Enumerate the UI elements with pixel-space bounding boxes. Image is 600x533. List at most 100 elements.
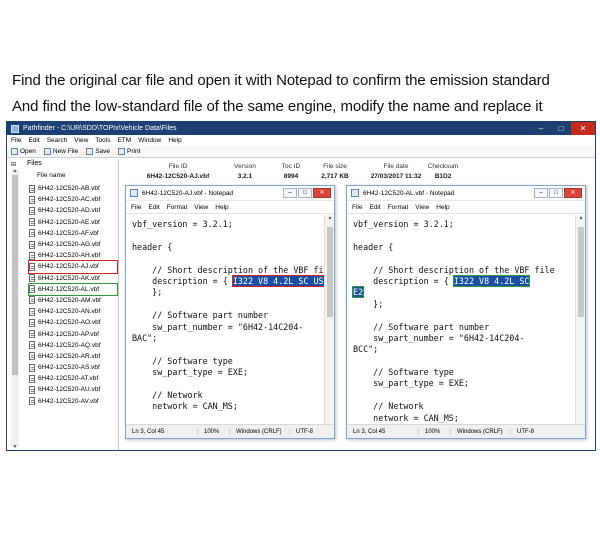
minimize-button[interactable]: –: [534, 188, 548, 198]
close-button[interactable]: ✕: [313, 188, 331, 198]
pathfinder-toolbar: Open New File Save Print: [7, 146, 595, 158]
menu-format[interactable]: Format: [167, 204, 188, 211]
file-row[interactable]: 6H42-12C520-AB.vbf: [29, 183, 117, 194]
close-button[interactable]: ✕: [571, 122, 595, 135]
file-row[interactable]: 6H42-12C520-AS.vbf: [29, 362, 117, 373]
menu-tools[interactable]: Tools: [95, 137, 110, 144]
file-name: 6H42-12C520-AE.vbf: [38, 218, 100, 226]
menu-edit[interactable]: Edit: [148, 204, 159, 211]
notepad-statusbar: Ln 3, Col 45 100% Windows (CRLF) UTF-8: [126, 424, 334, 438]
file-row[interactable]: 6H42-12C520-AQ.vbf: [29, 340, 117, 351]
menu-edit[interactable]: Edit: [28, 137, 39, 144]
notepad-icon: [351, 189, 359, 197]
status-zoom: 100%: [419, 428, 451, 435]
file-icon: [29, 184, 35, 193]
file-name: 6H42-12C520-AM.vbf: [38, 296, 101, 304]
menu-window[interactable]: Window: [138, 137, 161, 144]
notepad-text-area[interactable]: vbf_version = 3.2.1; header { // Short d…: [347, 215, 575, 424]
minimize-button[interactable]: –: [531, 122, 551, 135]
tree-scrollbar[interactable]: ▲ ▼: [11, 168, 19, 450]
file-row[interactable]: 6H42-12C520-AU.vbf: [29, 384, 117, 395]
file-row[interactable]: 6H42-12C520-AD.vbf: [29, 205, 117, 216]
file-row[interactable]: 6H42-12C520-AH.vbf: [29, 250, 117, 261]
menu-help[interactable]: Help: [436, 204, 449, 211]
scroll-up-icon[interactable]: ▲: [325, 215, 334, 221]
caption-line-1: Find the original car file and open it w…: [12, 72, 550, 89]
print-button[interactable]: Print: [118, 148, 140, 155]
file-row-original-highlighted[interactable]: 6H42-12C520-AJ.vbf: [28, 260, 118, 274]
minimize-button[interactable]: –: [283, 188, 297, 198]
text-line: sw_part_number = "6H42-14C204-: [353, 332, 525, 343]
tree-root-files[interactable]: Files: [27, 160, 42, 167]
file-row[interactable]: 6H42-12C520-AE.vbf: [29, 217, 117, 228]
text-line: };: [132, 287, 163, 298]
file-icon: [29, 285, 35, 294]
file-row[interactable]: 6H42-12C520-AM.vbf: [29, 295, 117, 306]
file-row[interactable]: 6H42-12C520-AO.vbf: [29, 317, 117, 328]
scroll-down-icon[interactable]: ▼: [11, 444, 19, 450]
scroll-thumb[interactable]: [327, 227, 333, 317]
file-name: 6H42-12C520-AD.vbf: [38, 207, 101, 215]
text-line: sw_part_type = EXE;: [132, 367, 248, 378]
file-row[interactable]: 6H42-12C520-AC.vbf: [29, 194, 117, 205]
menu-file[interactable]: File: [131, 204, 141, 211]
menu-view[interactable]: View: [194, 204, 208, 211]
notepad-scrollbar[interactable]: ▲: [575, 215, 585, 424]
text-line: // Network: [132, 389, 203, 400]
menu-edit[interactable]: Edit: [369, 204, 380, 211]
menu-help[interactable]: Help: [215, 204, 228, 211]
text-line: [353, 356, 569, 367]
maximize-button[interactable]: □: [298, 188, 312, 198]
notepad-title: 6H42-12C520-AL.vbf - Notepad: [363, 189, 455, 197]
menu-help[interactable]: Help: [168, 137, 181, 144]
file-name: 6H42-12C520-AL.vbf: [38, 285, 100, 293]
save-button[interactable]: Save: [86, 148, 110, 155]
menu-etm[interactable]: ETM: [117, 137, 131, 144]
menu-file[interactable]: File: [11, 137, 21, 144]
text-line: BCC";: [353, 344, 379, 355]
file-row[interactable]: 6H42-12C520-AT.vbf: [29, 373, 117, 384]
notepad-scrollbar[interactable]: ▲: [324, 215, 334, 424]
file-row-replacement-highlighted[interactable]: 6H42-12C520-AL.vbf: [28, 282, 118, 296]
tree-collapse-toggle[interactable]: ⊟: [11, 161, 16, 168]
scroll-up-icon[interactable]: ▲: [576, 215, 585, 221]
file-name: 6H42-12C520-AK.vbf: [38, 274, 100, 282]
save-label: Save: [95, 148, 111, 155]
text-line: };: [353, 298, 384, 309]
close-button[interactable]: ✕: [564, 188, 582, 198]
file-icon: [29, 318, 35, 327]
file-name: 6H42-12C520-AC.vbf: [38, 196, 101, 204]
text-line-description: description = { I322 V8 4.2L SC: [353, 274, 569, 287]
file-icon: [29, 296, 35, 305]
column-header-file-name[interactable]: File name: [37, 172, 66, 179]
detail-checksum-value: B1D2: [434, 173, 452, 180]
menu-format[interactable]: Format: [388, 204, 409, 211]
file-row[interactable]: 6H42-12C520-AK.vbf: [29, 273, 117, 284]
menu-search[interactable]: Search: [47, 137, 68, 144]
file-row[interactable]: 6H42-12C520-AV.vbf: [29, 396, 117, 407]
file-row[interactable]: 6H42-12C520-AP.vbf: [29, 328, 117, 339]
text-line: BAC";: [132, 332, 158, 343]
menu-view[interactable]: View: [415, 204, 429, 211]
maximize-button[interactable]: □: [551, 122, 571, 135]
file-row[interactable]: 6H42-12C520-AR.vbf: [29, 351, 117, 362]
menu-file[interactable]: File: [352, 204, 362, 211]
detail-version-label: Version: [234, 163, 256, 170]
open-button[interactable]: Open: [11, 148, 36, 155]
notepad-titlebar: 6H42-12C520-AJ.vbf - Notepad – □ ✕: [126, 186, 334, 201]
scroll-up-icon[interactable]: ▲: [11, 168, 19, 174]
file-row[interactable]: 6H42-12C520-AF.vbf: [29, 228, 117, 239]
file-icon: [29, 206, 35, 215]
maximize-button[interactable]: □: [549, 188, 563, 198]
notepad-text-area[interactable]: vbf_version = 3.2.1; header { // Short d…: [126, 215, 324, 424]
scroll-thumb[interactable]: [578, 227, 584, 317]
scroll-thumb[interactable]: [12, 175, 18, 375]
status-zoom: 100%: [198, 428, 230, 435]
text-line: [353, 390, 569, 401]
save-icon: [86, 148, 94, 155]
new-file-button[interactable]: New File: [43, 148, 78, 155]
text-line: // Software part number: [132, 310, 269, 321]
file-row[interactable]: 6H42-12C520-AN.vbf: [29, 306, 117, 317]
file-row[interactable]: 6H42-12C520-AG.vbf: [29, 239, 117, 250]
menu-view[interactable]: View: [74, 137, 88, 144]
